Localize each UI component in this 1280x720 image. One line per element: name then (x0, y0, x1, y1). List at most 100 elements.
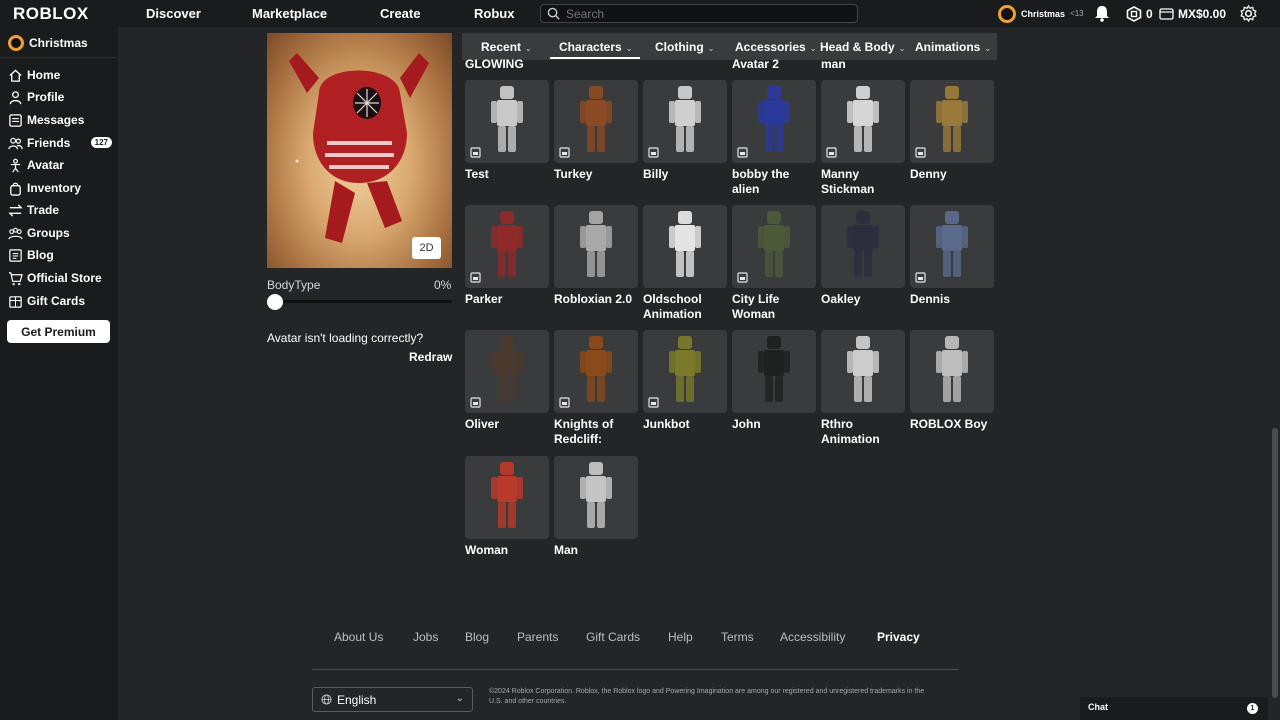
character-name[interactable]: Junkbot (643, 417, 727, 432)
character-tile[interactable] (554, 330, 638, 413)
character-tile[interactable] (643, 330, 727, 413)
tab-head-body[interactable]: Head & Body ⌄ (820, 40, 905, 54)
character-tile[interactable] (910, 330, 994, 413)
character-name[interactable]: Parker (465, 292, 549, 307)
character-tile[interactable] (732, 80, 816, 163)
footer-link[interactable]: Accessibility (780, 630, 845, 644)
character-name[interactable]: Oldschool Animation (643, 292, 727, 322)
character-name[interactable]: Oakley (821, 292, 905, 307)
sidebar-item-trade[interactable]: Trade (8, 201, 112, 219)
robux-balance[interactable]: 0 (1126, 0, 1153, 27)
character-name[interactable]: Turkey (554, 167, 638, 182)
search-input[interactable] (566, 6, 846, 21)
friends-icon (8, 137, 23, 149)
character-tile[interactable] (554, 80, 638, 163)
sidebar-user[interactable]: Christmas (8, 35, 88, 51)
roblox-logo[interactable]: ROBLOX (13, 4, 89, 24)
tab-recent[interactable]: Recent ⌄ (481, 40, 532, 54)
sidebar-item-messages[interactable]: Messages (8, 111, 112, 129)
tab-animations[interactable]: Animations ⌄ (915, 40, 991, 54)
inventory-icon (10, 182, 21, 196)
get-premium-button[interactable]: Get Premium (7, 320, 110, 343)
costume-icon (559, 397, 570, 408)
nav-marketplace[interactable]: Marketplace (252, 6, 327, 21)
footer-link[interactable]: Privacy (877, 630, 920, 644)
tab-clothing[interactable]: Clothing ⌄ (655, 40, 714, 54)
character-name[interactable]: Manny Stickman (821, 167, 905, 197)
avatar-render (289, 53, 429, 243)
character-tile[interactable] (821, 205, 905, 288)
user-menu[interactable]: Christmas <13 (998, 0, 1084, 27)
footer-link[interactable]: Blog (465, 630, 489, 644)
character-name[interactable]: Oliver (465, 417, 549, 432)
character-name[interactable]: Denny (910, 167, 994, 182)
footer-link[interactable]: Parents (517, 630, 558, 644)
character-tile[interactable] (465, 205, 549, 288)
character-tile[interactable] (465, 80, 549, 163)
tab-accessories[interactable]: Accessories ⌄ (735, 40, 816, 54)
nav-discover[interactable]: Discover (146, 6, 201, 21)
character-tile[interactable] (554, 456, 638, 539)
footer-link[interactable]: Terms (721, 630, 754, 644)
character-tile[interactable] (465, 456, 549, 539)
character-name[interactable]: bobby the alien (732, 167, 816, 197)
character-name[interactable]: John (732, 417, 816, 432)
sidebar-item-friends[interactable]: Friends 127 (8, 134, 112, 152)
sidebar-item-gift-cards[interactable]: Gift Cards (8, 292, 112, 310)
language-select[interactable]: English ⌄ (312, 687, 473, 712)
bodytype-slider-track[interactable] (270, 300, 452, 303)
sidebar-item-home[interactable]: Home (8, 66, 112, 84)
character-name[interactable]: Robloxian 2.0 (554, 292, 638, 307)
character-tile[interactable] (910, 205, 994, 288)
character-name[interactable]: ROBLOX Boy (910, 417, 994, 432)
toggle-2d-button[interactable]: 2D (412, 237, 441, 259)
tab-characters[interactable]: Characters ⌄ (559, 40, 632, 54)
gear-icon[interactable] (1240, 5, 1257, 22)
bodytype-slider-handle[interactable] (267, 294, 283, 310)
sidebar-item-blog[interactable]: Blog (8, 246, 112, 264)
sidebar-avatar (8, 35, 24, 51)
character-tile[interactable] (821, 80, 905, 163)
nav-robux[interactable]: Robux (474, 6, 514, 21)
footer-link[interactable]: About Us (334, 630, 383, 644)
sidebar-item-label: Groups (27, 226, 70, 240)
bell-icon[interactable] (1094, 5, 1110, 22)
character-tile[interactable] (554, 205, 638, 288)
wallet[interactable]: MX$0.00 (1159, 0, 1226, 27)
search-bar[interactable] (540, 4, 858, 23)
store-icon (8, 271, 23, 285)
chat-bar[interactable]: Chat 1 (1080, 697, 1268, 720)
nav-create[interactable]: Create (380, 6, 420, 21)
character-name[interactable]: Dennis (910, 292, 994, 307)
redraw-link[interactable]: Redraw (409, 350, 452, 364)
character-tile[interactable] (910, 80, 994, 163)
character-tile[interactable] (732, 205, 816, 288)
sidebar-item-groups[interactable]: Groups (8, 224, 112, 242)
giftcard-icon (9, 295, 22, 308)
character-name[interactable]: Billy (643, 167, 727, 182)
character-tile[interactable] (643, 80, 727, 163)
scrollbar-thumb[interactable] (1272, 428, 1278, 698)
footer-link[interactable]: Gift Cards (586, 630, 640, 644)
character-tile[interactable] (821, 330, 905, 413)
character-thumbnail (491, 462, 523, 528)
character-name[interactable]: Rthro Animation (821, 417, 905, 447)
sidebar-item-inventory[interactable]: Inventory (8, 179, 112, 197)
chat-label: Chat (1088, 702, 1108, 712)
footer-link[interactable]: Jobs (413, 630, 438, 644)
character-tile[interactable] (732, 330, 816, 413)
character-tile[interactable] (643, 205, 727, 288)
sidebar-item-avatar[interactable]: Avatar (8, 156, 112, 174)
character-name[interactable]: Knights of Redcliff: (554, 417, 638, 447)
footer-link[interactable]: Help (668, 630, 693, 644)
avatar-preview[interactable]: 2D (267, 33, 452, 268)
sidebar-item-label: Official Store (27, 271, 102, 285)
sidebar-item-profile[interactable]: Profile (8, 88, 112, 106)
character-name[interactable]: Woman (465, 543, 549, 558)
character-name[interactable]: City Life Woman (732, 292, 816, 322)
character-tile[interactable] (465, 330, 549, 413)
character-name[interactable]: Test (465, 167, 549, 182)
sidebar-item-official-store[interactable]: Official Store (8, 269, 112, 287)
character-name[interactable]: Man (554, 543, 638, 558)
sidebar-username: Christmas (29, 36, 88, 50)
